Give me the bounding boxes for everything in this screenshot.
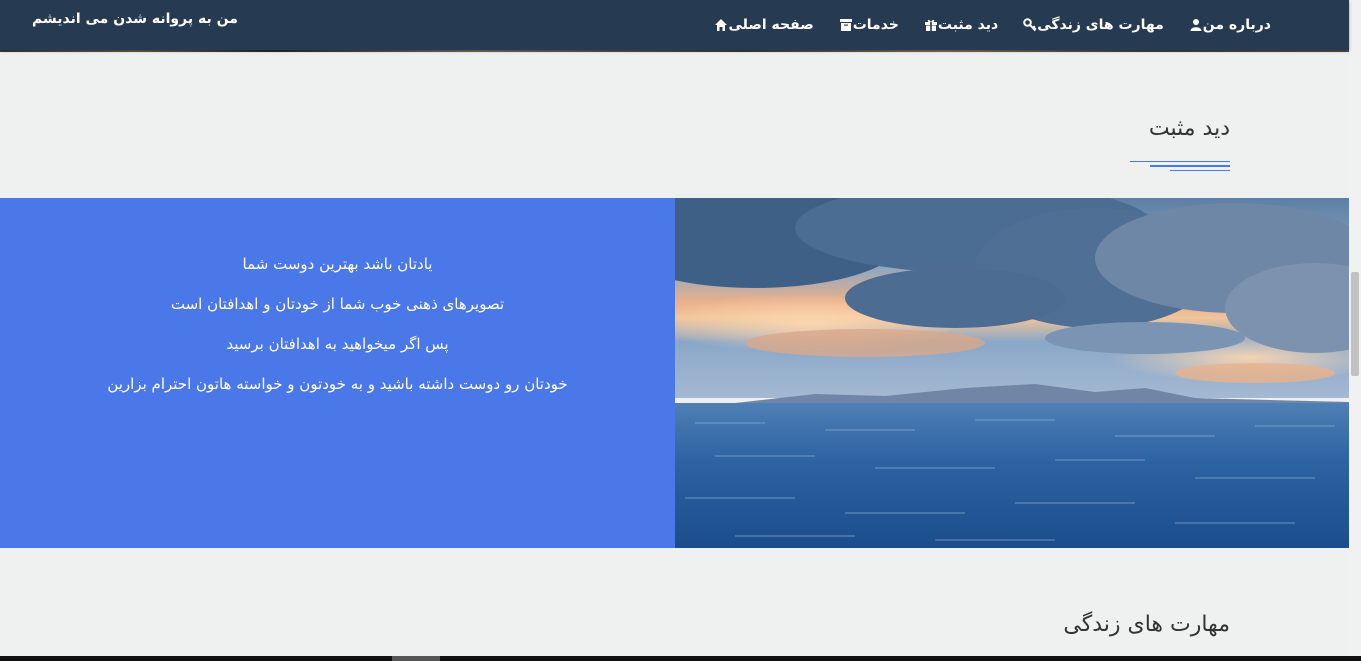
vertical-scrollbar[interactable] xyxy=(1349,0,1361,661)
quote-line: تصویرهای ذهنی خوب شما از خودتان و اهدافت… xyxy=(170,295,505,313)
section-title-life-skills: مهارت های زندگی xyxy=(1063,612,1230,637)
nav-item-services[interactable]: خدمات xyxy=(833,17,899,33)
nav-item-label: صفحه اصلی xyxy=(728,17,814,33)
nav-item-positive-view[interactable]: دید مثبت xyxy=(918,17,998,33)
quote-line: پس اگر میخواهید به اهدافتان برسید xyxy=(226,335,449,353)
gift-icon xyxy=(924,18,938,32)
key-icon xyxy=(1023,18,1037,32)
nav-item-life-skills[interactable]: مهارت های زندگی xyxy=(1017,17,1164,33)
scrollbar-thumb[interactable] xyxy=(392,656,440,661)
nav-item-label: درباره من xyxy=(1202,17,1271,33)
nav-item-label: دید مثبت xyxy=(937,17,999,33)
nav-item-label: خدمات xyxy=(852,17,899,33)
sea-sky-photo xyxy=(675,198,1349,548)
horizontal-scrollbar[interactable] xyxy=(0,656,1361,661)
nav-item-about[interactable]: درباره من xyxy=(1183,17,1271,33)
archive-icon xyxy=(839,18,853,32)
scrollbar-thumb[interactable] xyxy=(1351,272,1359,376)
quote-panel: یادتان باشد بهترین دوست شما تصویرهای ذهن… xyxy=(0,198,675,548)
page: من به پروانه شدن می اندیشم صفحه اصلی خدم… xyxy=(0,0,1361,661)
title-divider xyxy=(1130,161,1230,175)
nav-item-home[interactable]: صفحه اصلی xyxy=(708,17,814,33)
top-navbar: من به پروانه شدن می اندیشم صفحه اصلی خدم… xyxy=(0,0,1349,50)
quote-line: یادتان باشد بهترین دوست شما xyxy=(242,255,433,273)
main-nav: صفحه اصلی خدمات دید مثبت مهارت های زندگی xyxy=(689,0,1271,50)
quote-line: خودتان رو دوست داشته باشید و به خودتون و… xyxy=(107,375,568,393)
site-brand[interactable]: من به پروانه شدن می اندیشم xyxy=(32,11,238,27)
section-title-positive-view: دید مثبت xyxy=(1148,116,1230,141)
nav-item-label: مهارت های زندگی xyxy=(1037,17,1164,33)
user-icon xyxy=(1189,18,1203,32)
home-icon xyxy=(714,18,728,32)
